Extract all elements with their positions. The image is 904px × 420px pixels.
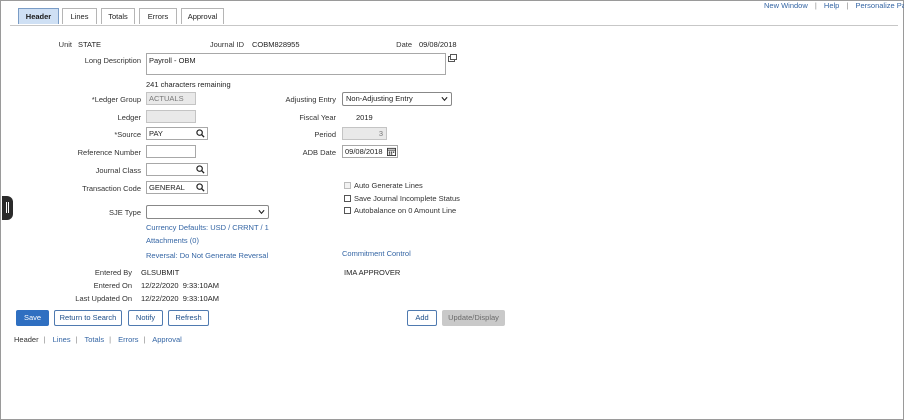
approver-value: IMA APPROVER [344,268,401,277]
transaction-code-value: GENERAL [149,183,185,192]
reference-number-label: Reference Number [77,148,141,157]
attachments-link[interactable]: Attachments (0) [146,236,199,245]
ledger-group-label: *Ledger Group [91,95,141,104]
bottom-nav: Header | Lines | Totals | Errors | Approval [14,335,182,344]
notify-button[interactable]: Notify [128,310,163,326]
last-updated-label: Last Updated On [75,294,132,303]
long-description-textarea[interactable]: Payroll - OBM [146,53,446,75]
tab-approval[interactable]: Approval [181,8,224,24]
ledger-group-field: ACTUALS [146,92,196,105]
separator: | [814,1,817,10]
characters-remaining: 241 characters remaining [146,80,231,89]
side-panel-handle[interactable] [2,196,13,220]
tab-totals[interactable]: Totals [101,8,135,24]
unit-label: Unit [58,40,72,49]
date-value: 09/08/2018 [419,40,457,49]
bottom-nav-errors[interactable]: Errors [118,335,138,344]
entered-on-value: 12/22/2020 9:33:10AM [141,281,219,290]
help-link[interactable]: Help [824,1,839,10]
bottom-nav-lines[interactable]: Lines [53,335,71,344]
journal-id-label: Journal ID [209,40,244,49]
save-journal-incomplete-label: Save Journal Incomplete Status [354,194,460,203]
search-icon[interactable] [196,165,205,174]
journal-class-field[interactable] [146,163,208,176]
new-window-link[interactable]: New Window [764,1,808,10]
last-updated-value: 12/22/2020 9:33:10AM [141,294,219,303]
currency-defaults-link[interactable]: Currency Defaults: USD / CRRNT / 1 [146,223,269,232]
journal-class-label: Journal Class [95,166,141,175]
source-field[interactable]: PAY [146,127,208,140]
source-label: *Source [114,130,141,139]
sje-type-label: SJE Type [109,208,141,217]
adb-date-label: ADB Date [302,148,336,157]
reversal-link[interactable]: Reversal: Do Not Generate Reversal [146,251,268,260]
auto-generate-lines-checkbox [344,182,351,189]
entered-by-label: Entered By [94,268,132,277]
autobalance-label: Autobalance on 0 Amount Line [354,206,457,215]
save-journal-incomplete-checkbox[interactable] [344,195,351,202]
sje-type-select[interactable] [146,205,269,219]
bottom-nav-approval[interactable]: Approval [152,335,182,344]
separator: | [846,1,849,10]
ledger-field [146,110,196,123]
bottom-nav-header: Header [14,335,39,344]
date-label: Date [396,40,412,49]
calendar-icon[interactable] [387,147,396,156]
search-icon[interactable] [196,129,205,138]
period-field: 3 [342,127,387,140]
adb-date-value: 09/08/2018 [345,147,383,156]
entered-on-label: Entered On [93,281,132,290]
tab-errors[interactable]: Errors [139,8,177,24]
adjusting-entry-label: Adjusting Entry [285,95,336,104]
period-label: Period [314,130,336,139]
adjusting-entry-value: Non-Adjusting Entry [346,94,413,103]
search-icon[interactable] [196,183,205,192]
save-button[interactable]: Save [16,310,49,326]
journal-id-value: COBM828955 [252,40,300,49]
autobalance-checkbox[interactable] [344,207,351,214]
transaction-code-field[interactable]: GENERAL [146,181,208,194]
auto-generate-lines-label: Auto Generate Lines [354,181,423,190]
ledger-label: Ledger [117,113,141,122]
tab-lines[interactable]: Lines [62,8,97,24]
entered-by-value: GLSUBMIT [141,268,180,277]
expand-icon[interactable] [448,54,457,62]
long-description-label: Long Description [84,56,141,65]
source-value: PAY [149,129,163,138]
return-to-search-button[interactable]: Return to Search [54,310,122,326]
tab-divider [10,25,898,26]
unit-value: STATE [78,40,102,49]
transaction-code-label: Transaction Code [82,184,141,193]
bottom-nav-totals[interactable]: Totals [85,335,105,344]
chevron-down-icon [258,209,265,215]
refresh-button[interactable]: Refresh [168,310,209,326]
personalize-page-link[interactable]: Personalize Page [855,1,904,10]
chevron-down-icon [441,96,448,102]
adb-date-field[interactable]: 09/08/2018 [342,145,398,158]
fiscal-year-value: 2019 [356,113,373,122]
reference-number-field[interactable] [146,145,196,158]
commitment-control-link[interactable]: Commitment Control [342,249,411,258]
add-button[interactable]: Add [407,310,437,326]
update-display-button: Update/Display [442,310,505,326]
fiscal-year-label: Fiscal Year [299,113,336,122]
tab-header[interactable]: Header [18,8,59,24]
adjusting-entry-select[interactable]: Non-Adjusting Entry [342,92,452,106]
